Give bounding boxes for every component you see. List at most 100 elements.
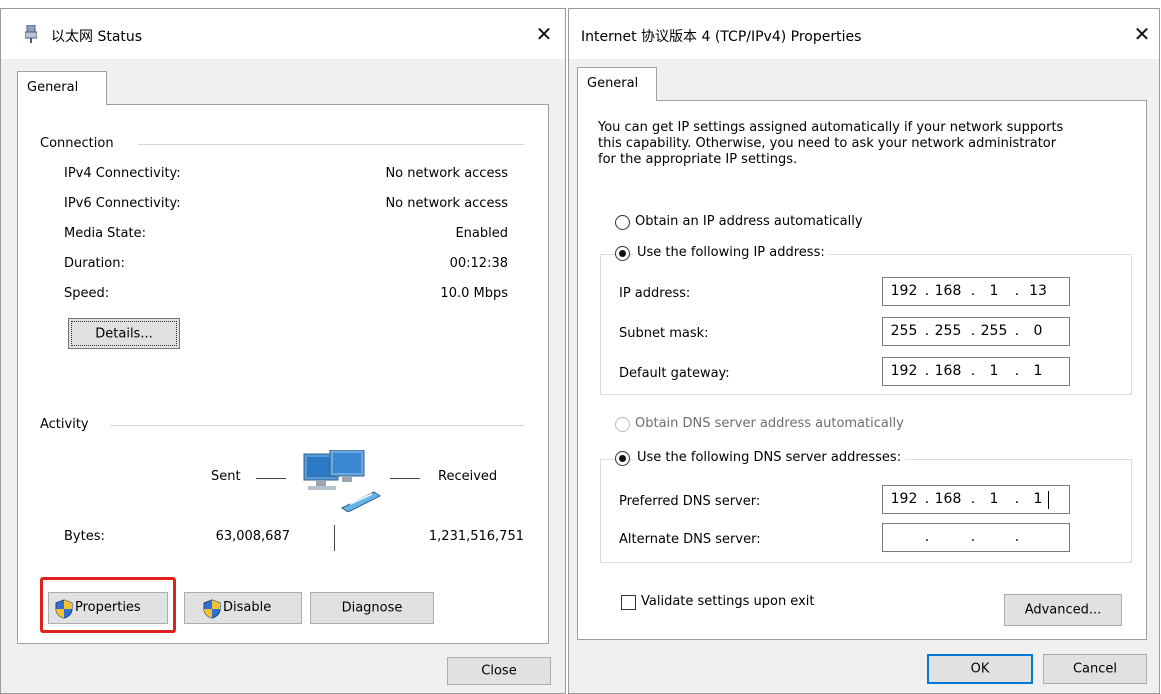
gw-octet-1: 192	[890, 363, 918, 379]
activity-heading: Activity	[40, 417, 89, 432]
alternate-dns-label: Alternate DNS server:	[619, 532, 761, 547]
mask-octet-4: 0	[1033, 323, 1043, 339]
bytes-separator	[334, 525, 335, 551]
speed-value: 10.0 Mbps	[440, 286, 508, 301]
gw-octet-3: 1	[989, 363, 999, 379]
close-icon[interactable]: ✕	[1129, 21, 1155, 47]
pdns-dot: .	[1014, 491, 1020, 507]
properties-button-label: Properties	[75, 600, 141, 615]
uac-shield-icon	[55, 599, 73, 619]
diagnose-button[interactable]: Diagnose	[310, 592, 434, 624]
media-state-label: Media State:	[64, 226, 146, 241]
gw-dot: .	[970, 363, 976, 379]
ip-octet-4: 13	[1029, 283, 1047, 299]
status-window: 以太网 Status ✕ General Connection IPv4 Con…	[0, 8, 566, 694]
network-computers-icon	[302, 449, 382, 513]
dns-manual-label[interactable]: Use the following DNS server addresses:	[633, 450, 906, 465]
network-adapter-icon	[24, 24, 38, 43]
dns-auto-label[interactable]: Obtain DNS server address automatically	[635, 416, 904, 431]
uac-shield-icon	[203, 599, 221, 619]
ipv4-window: Internet 协议版本 4 (TCP/IPv4) Properties ✕ …	[568, 8, 1160, 694]
ok-button-label: OK	[970, 661, 990, 677]
speed-label: Speed:	[64, 286, 110, 301]
disable-button-label: Disable	[223, 600, 272, 615]
received-line	[390, 478, 420, 479]
tab-general[interactable]: General	[17, 71, 107, 105]
ip-manual-label[interactable]: Use the following IP address:	[633, 245, 829, 260]
gw-dot: .	[1014, 363, 1020, 379]
connection-heading: Connection	[40, 136, 114, 151]
ip-address-field[interactable]: 192 . 168 . 1 . 13	[882, 277, 1070, 306]
status-panel: Connection IPv4 Connectivity: No network…	[17, 104, 549, 644]
pdns-octet-2: 168	[934, 491, 962, 507]
ipv4-panel: You can get IP settings assigned automat…	[577, 100, 1147, 640]
adns-dot: .	[970, 529, 976, 545]
adns-dot: .	[924, 529, 930, 545]
intro-line-1: You can get IP settings assigned automat…	[598, 120, 1064, 135]
sent-label: Sent	[211, 469, 241, 484]
preferred-dns-field[interactable]: 192 . 168 . 1 . 1	[882, 485, 1070, 514]
text-cursor	[1048, 491, 1049, 509]
mask-dot: .	[970, 323, 976, 339]
ipv4-titlebar: Internet 协议版本 4 (TCP/IPv4) Properties ✕	[569, 9, 1159, 59]
mask-octet-1: 255	[890, 323, 918, 339]
properties-button[interactable]: Properties	[48, 592, 168, 624]
preferred-dns-label: Preferred DNS server:	[619, 494, 761, 509]
alternate-dns-field[interactable]: . . .	[882, 523, 1070, 552]
received-label: Received	[438, 469, 498, 484]
status-titlebar: 以太网 Status ✕	[1, 9, 565, 59]
gw-octet-2: 168	[934, 363, 962, 379]
intro-text: You can get IP settings assigned automat…	[598, 120, 1138, 168]
mask-octet-3: 255	[980, 323, 1008, 339]
bytes-received-value: 1,231,516,751	[428, 529, 524, 544]
subnet-mask-label: Subnet mask:	[619, 326, 709, 341]
status-window-title: 以太网 Status	[51, 29, 143, 45]
close-icon[interactable]: ✕	[531, 21, 557, 47]
ip-auto-radio[interactable]	[615, 215, 630, 230]
advanced-button-label: Advanced...	[1024, 602, 1102, 618]
ip-auto-label[interactable]: Obtain an IP address automatically	[635, 214, 863, 229]
default-gateway-label: Default gateway:	[619, 366, 730, 381]
validate-label[interactable]: Validate settings upon exit	[641, 594, 814, 609]
gw-octet-4: 1	[1033, 363, 1043, 379]
sent-line	[256, 478, 286, 479]
close-button[interactable]: Close	[447, 657, 551, 685]
pdns-octet-1: 192	[890, 491, 918, 507]
ipv6-connectivity-value: No network access	[385, 196, 508, 211]
diagnose-button-label: Diagnose	[341, 600, 403, 616]
bytes-label: Bytes:	[64, 529, 105, 544]
mask-octet-2: 255	[934, 323, 962, 339]
ipv4-connectivity-label: IPv4 Connectivity:	[64, 166, 181, 181]
ipv6-connectivity-label: IPv6 Connectivity:	[64, 196, 181, 211]
pdns-dot: .	[970, 491, 976, 507]
ip-manual-radio[interactable]	[615, 246, 630, 261]
dns-manual-radio[interactable]	[615, 451, 630, 466]
advanced-button[interactable]: Advanced...	[1004, 594, 1122, 626]
adns-dot: .	[1014, 529, 1020, 545]
default-gateway-field[interactable]: 192 . 168 . 1 . 1	[882, 357, 1070, 386]
dns-auto-radio[interactable]	[615, 417, 630, 432]
pdns-octet-4: 1	[1033, 491, 1043, 507]
disable-button[interactable]: Disable	[184, 592, 302, 624]
duration-label: Duration:	[64, 256, 125, 271]
media-state-value: Enabled	[455, 226, 508, 241]
duration-value: 00:12:38	[449, 256, 508, 271]
intro-line-2: this capability. Otherwise, you need to …	[598, 136, 1057, 151]
intro-line-3: for the appropriate IP settings.	[598, 152, 798, 167]
close-button-label: Close	[481, 663, 517, 679]
bytes-sent-value: 63,008,687	[215, 529, 290, 544]
details-button-label: Details...	[95, 326, 153, 341]
ipv4-connectivity-value: No network access	[385, 166, 508, 181]
subnet-mask-field[interactable]: 255 . 255 . 255 . 0	[882, 317, 1070, 346]
mask-dot: .	[924, 323, 930, 339]
ipv4-window-title: Internet 协议版本 4 (TCP/IPv4) Properties	[581, 29, 862, 45]
ip-dot: .	[924, 283, 930, 299]
details-button[interactable]: Details...	[68, 318, 180, 349]
activity-divider	[110, 425, 524, 426]
gw-dot: .	[924, 363, 930, 379]
cancel-button[interactable]: Cancel	[1043, 654, 1147, 684]
mask-dot: .	[1014, 323, 1020, 339]
tab-general[interactable]: General	[577, 67, 657, 101]
ok-button[interactable]: OK	[927, 654, 1033, 684]
validate-checkbox[interactable]	[621, 595, 636, 610]
